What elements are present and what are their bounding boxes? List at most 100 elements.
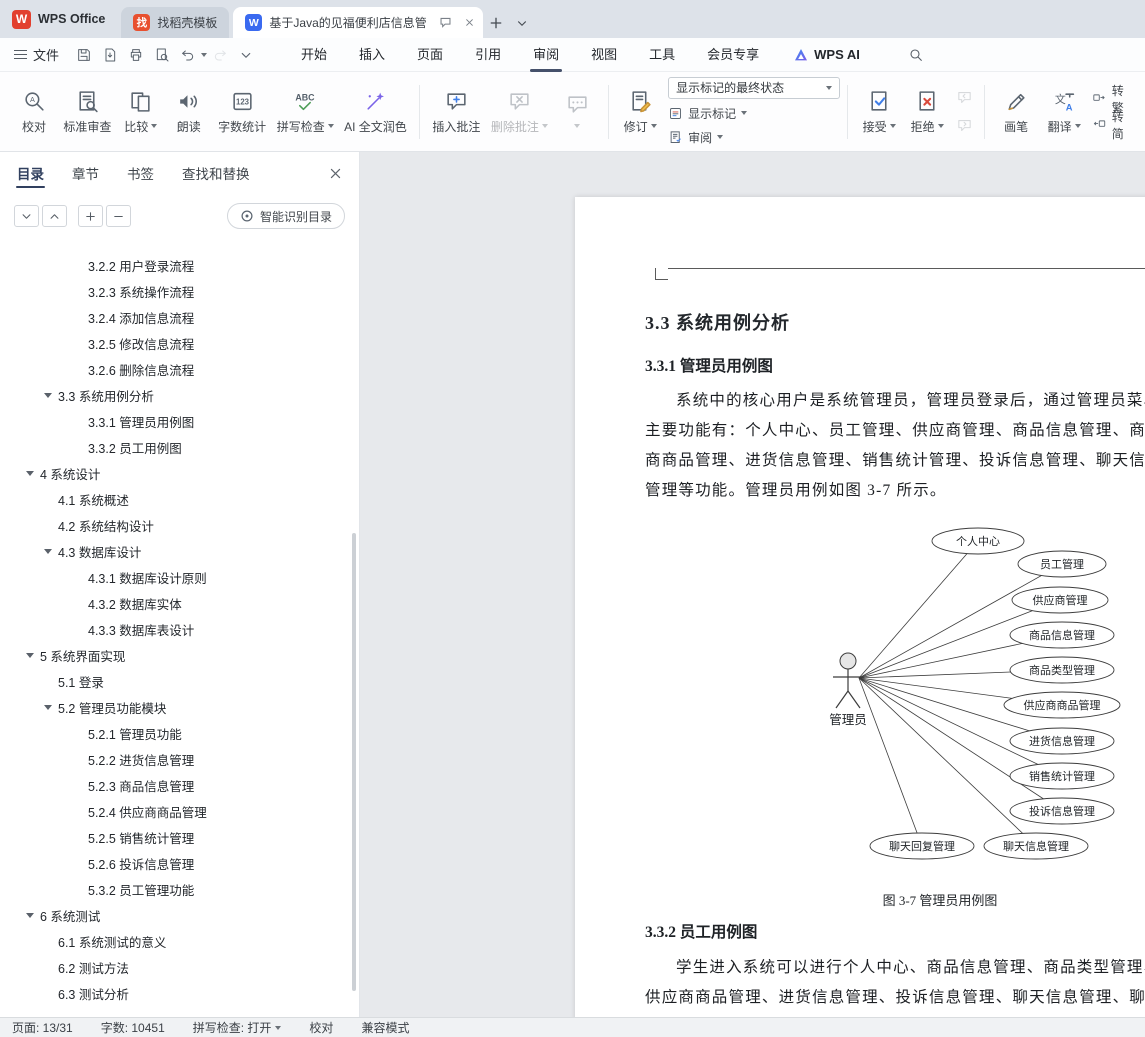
toc-expand-caret-icon[interactable]: [26, 467, 40, 480]
expand-all-button[interactable]: [42, 205, 67, 227]
undo-button[interactable]: [176, 43, 200, 67]
accept-change-button[interactable]: 接受: [855, 86, 903, 138]
print-button[interactable]: [124, 43, 148, 67]
next-change-button[interactable]: [953, 115, 975, 137]
smart-toc-button[interactable]: 智能识别目录: [226, 203, 345, 229]
toc-item[interactable]: 4 系统设计: [0, 460, 349, 486]
compare-button[interactable]: 比较: [117, 86, 165, 138]
tab-reference[interactable]: 引用: [459, 38, 517, 72]
undo-dropdown-icon[interactable]: [201, 52, 208, 60]
toc-expand-caret-icon[interactable]: [44, 701, 58, 714]
collapse-all-button[interactable]: [14, 205, 39, 227]
standard-review-button[interactable]: 标准审查: [58, 86, 117, 138]
comment-count-icon[interactable]: [439, 16, 452, 29]
toc-expand-caret-icon[interactable]: [26, 909, 40, 922]
toc-item[interactable]: 5.2.1 管理员功能: [0, 720, 349, 746]
toc-item[interactable]: 4.3.2 数据库实体: [0, 590, 349, 616]
toc-item[interactable]: 4.2 系统结构设计: [0, 512, 349, 538]
toc-item[interactable]: 3.2.4 添加信息流程: [0, 304, 349, 330]
toc-item[interactable]: 4.3.3 数据库表设计: [0, 616, 349, 642]
word-count-button[interactable]: 123 字数统计: [213, 86, 272, 138]
translate-button[interactable]: 文A 翻译: [1040, 86, 1088, 138]
toc-item[interactable]: 4.1 系统概述: [0, 486, 349, 512]
spell-check-indicator[interactable]: 拼写检查: 打开: [193, 1019, 282, 1036]
toc-item[interactable]: 5.2.2 进货信息管理: [0, 746, 349, 772]
reject-change-button[interactable]: 拒绝: [903, 86, 951, 138]
file-menu-button[interactable]: 文件: [0, 38, 71, 72]
toc-item[interactable]: 5.2 管理员功能模块: [0, 694, 349, 720]
tab-tools[interactable]: 工具: [633, 38, 691, 72]
toc-item[interactable]: 4.3 数据库设计: [0, 538, 349, 564]
toc-item[interactable]: 3.3.2 员工用例图: [0, 434, 349, 460]
toc-item[interactable]: 6.1 系统测试的意义: [0, 928, 349, 954]
comment-options-button[interactable]: [553, 89, 601, 134]
tab-member[interactable]: 会员专享: [691, 38, 775, 72]
new-tab-button[interactable]: [483, 7, 509, 38]
toc-expand-caret-icon[interactable]: [26, 649, 40, 662]
ai-polish-button[interactable]: AI 全文润色: [339, 86, 412, 138]
toc-item[interactable]: 6.2 测试方法: [0, 954, 349, 980]
toc-item[interactable]: 6.3 测试分析: [0, 980, 349, 1006]
page-indicator[interactable]: 页面: 13/31: [12, 1019, 73, 1036]
tab-view[interactable]: 视图: [575, 38, 633, 72]
wps-ai-button[interactable]: WPS AI: [793, 47, 860, 63]
tab-chapters[interactable]: 章节: [71, 152, 100, 194]
zoom-out-outline-button[interactable]: [106, 205, 131, 227]
toc-item[interactable]: 5.2.6 投诉信息管理: [0, 850, 349, 876]
print-preview-button[interactable]: [150, 43, 174, 67]
proofread-indicator[interactable]: 校对: [309, 1019, 333, 1036]
ink-button[interactable]: 画笔: [992, 86, 1040, 138]
toc-item[interactable]: 4.3.1 数据库设计原则: [0, 564, 349, 590]
wps-home-button[interactable]: W WPS Office: [0, 0, 121, 38]
review-pane-button[interactable]: 审阅: [668, 128, 840, 147]
toc-item[interactable]: 6 系统测试: [0, 902, 349, 928]
tab-home[interactable]: 开始: [285, 38, 343, 72]
insert-comment-button[interactable]: 插入批注: [427, 86, 486, 138]
toc-item[interactable]: 3.2.6 删除信息流程: [0, 356, 349, 382]
toc-item[interactable]: 3.3.1 管理员用例图: [0, 408, 349, 434]
tab-list-button[interactable]: [509, 7, 535, 38]
tab-insert[interactable]: 插入: [343, 38, 401, 72]
document-tab[interactable]: W 基于Java的见福便利店信息管: [233, 7, 483, 38]
previous-change-button[interactable]: [953, 87, 975, 109]
show-markup-button[interactable]: 显示标记: [668, 104, 840, 123]
tab-contents[interactable]: 目录: [16, 152, 45, 194]
toc-expand-caret-icon[interactable]: [44, 389, 58, 402]
toc-item[interactable]: 3.2.5 修改信息流程: [0, 330, 349, 356]
proofread-button[interactable]: A 校对: [10, 86, 58, 138]
toc-item[interactable]: 5.3.2 员工管理功能: [0, 876, 349, 902]
word-count-indicator[interactable]: 字数: 10451: [101, 1019, 165, 1036]
toc-item[interactable]: 3.2.2 用户登录流程: [0, 252, 349, 278]
toc-item[interactable]: 5.1 登录: [0, 668, 349, 694]
toc-item[interactable]: 5 系统界面实现: [0, 642, 349, 668]
toc-item[interactable]: 5.2.5 销售统计管理: [0, 824, 349, 850]
document-page[interactable]: 3.3 系统用例分析 3.3.1 管理员用例图 系统中的核心用户是系统管理员，管…: [575, 197, 1145, 1017]
track-changes-button[interactable]: 修订: [616, 86, 664, 138]
delete-comment-button[interactable]: 删除批注: [486, 86, 553, 138]
toc-expand-caret-icon[interactable]: [44, 545, 58, 558]
docer-template-tab[interactable]: 找 找稻壳模板: [121, 7, 230, 38]
export-pdf-button[interactable]: [98, 43, 122, 67]
close-tab-icon[interactable]: [464, 17, 475, 28]
read-aloud-button[interactable]: 朗读: [165, 86, 213, 138]
save-button[interactable]: [72, 43, 96, 67]
sidebar-scrollbar[interactable]: [352, 532, 356, 992]
to-simplified-button[interactable]: 转简: [1092, 110, 1135, 141]
customize-toolbar-button[interactable]: [234, 43, 258, 67]
toc-item[interactable]: 3.3 系统用例分析: [0, 382, 349, 408]
zoom-in-outline-button[interactable]: [78, 205, 103, 227]
spell-check-button[interactable]: ABC 拼写检查: [271, 86, 338, 138]
tab-review[interactable]: 审阅: [517, 38, 575, 72]
toc-item[interactable]: 5.2.4 供应商商品管理: [0, 798, 349, 824]
close-pane-icon[interactable]: [327, 165, 343, 181]
toc-item[interactable]: 3.2.3 系统操作流程: [0, 278, 349, 304]
to-traditional-button[interactable]: 转繁: [1092, 84, 1135, 115]
tab-bookmarks[interactable]: 书签: [126, 152, 155, 194]
markup-state-combobox[interactable]: 显示标记的最终状态: [668, 76, 841, 99]
tab-find-replace[interactable]: 查找和替换: [181, 152, 251, 194]
toc-item[interactable]: 5.2.3 商品信息管理: [0, 772, 349, 798]
redo-button[interactable]: [208, 43, 232, 67]
navigation-tabs: 目录 章节 书签 查找和替换: [0, 152, 359, 194]
tab-page[interactable]: 页面: [401, 38, 459, 72]
search-button[interactable]: [908, 47, 924, 63]
